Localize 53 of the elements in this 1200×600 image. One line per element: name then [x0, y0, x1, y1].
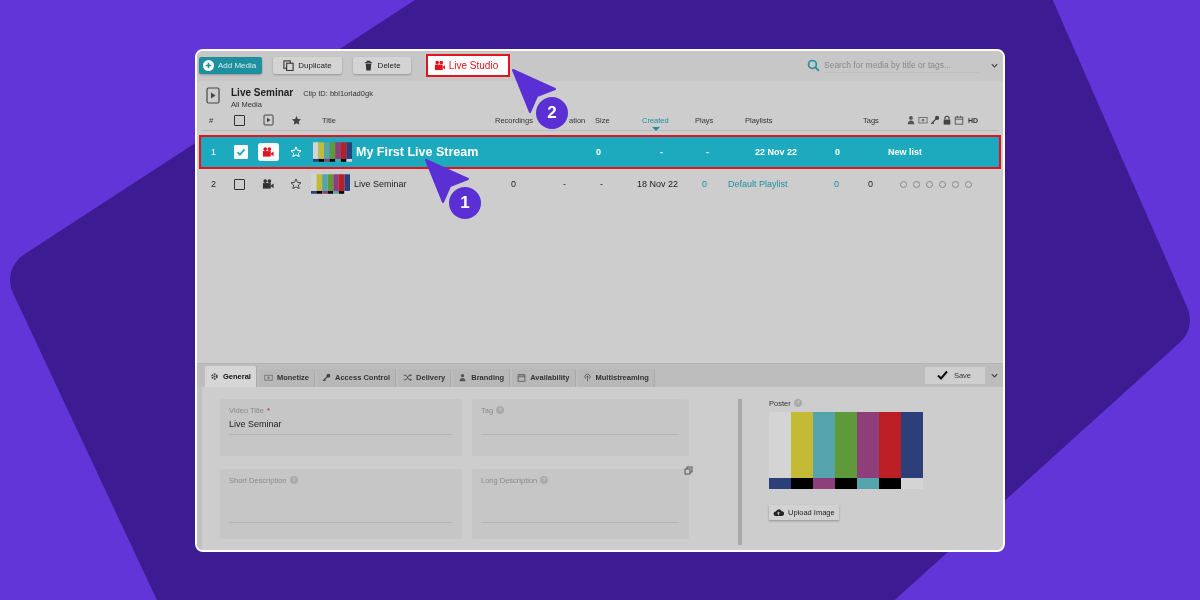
- step-badge: 1: [449, 186, 481, 219]
- cloud-upload-icon: [773, 507, 784, 517]
- expand-icon[interactable]: [684, 465, 693, 475]
- table-cell-text: 0: [835, 146, 841, 157]
- step-badge: 2: [536, 96, 568, 129]
- calendar-icon: [517, 373, 527, 382]
- calendar-icon: [954, 115, 964, 125]
- person-icon: [906, 115, 916, 125]
- video-camera-icon: [433, 60, 445, 71]
- video-camera-icon: [262, 178, 274, 190]
- add-media-button[interactable]: Add Media: [199, 57, 263, 74]
- star-icon: [290, 114, 302, 126]
- table-cell-text: 0: [596, 146, 602, 157]
- table-cell-text: 18 Nov 22: [637, 179, 680, 189]
- media-file-icon: [206, 86, 220, 104]
- media-title[interactable]: Live Seminar: [353, 179, 511, 189]
- row-number: 1: [210, 146, 217, 157]
- table-cell-text: 0: [511, 179, 517, 189]
- plus-icon: [203, 60, 214, 71]
- table-cell-text: -: [706, 146, 710, 157]
- shuffle-icon: [403, 373, 413, 382]
- banknote-icon: [918, 115, 928, 125]
- table-cell-text: -: [600, 179, 604, 189]
- live-studio-button[interactable]: Live Studio: [425, 54, 511, 77]
- check-icon: [936, 370, 948, 380]
- media-file-icon: [262, 114, 274, 126]
- table-cell-text: -: [660, 146, 664, 157]
- color-bars-thumbnail: [312, 141, 352, 162]
- field-value: Live Seminar: [229, 418, 283, 430]
- video-camera-icon: [257, 142, 279, 161]
- table-cell-text: 0: [868, 179, 874, 189]
- key-icon: [322, 373, 332, 382]
- table-cell-text: -: [563, 179, 567, 189]
- lock-icon: [942, 115, 952, 125]
- broadcast-icon: [582, 373, 592, 382]
- person-icon: [458, 373, 468, 382]
- table-cell-text: New list: [888, 146, 923, 157]
- row-checkbox[interactable]: [233, 178, 245, 190]
- table-cell-text: 22 Nov 22: [755, 146, 799, 157]
- key-icon: [930, 115, 940, 125]
- chevron-down-icon[interactable]: [990, 61, 999, 70]
- banknote-icon: [263, 373, 273, 382]
- delete-button[interactable]: Delete: [352, 57, 411, 74]
- gear-icon: [210, 371, 219, 381]
- media-title: Live Seminar: [231, 86, 294, 98]
- star-icon[interactable]: [290, 178, 302, 190]
- color-bars-thumbnail: [310, 174, 350, 194]
- copy-icon: [283, 60, 295, 71]
- select-all-checkbox[interactable]: [233, 114, 245, 126]
- search-icon: [807, 59, 820, 72]
- row-number: 2: [210, 179, 217, 189]
- duplicate-button[interactable]: Duplicate: [273, 57, 342, 74]
- trash-icon: [362, 60, 374, 71]
